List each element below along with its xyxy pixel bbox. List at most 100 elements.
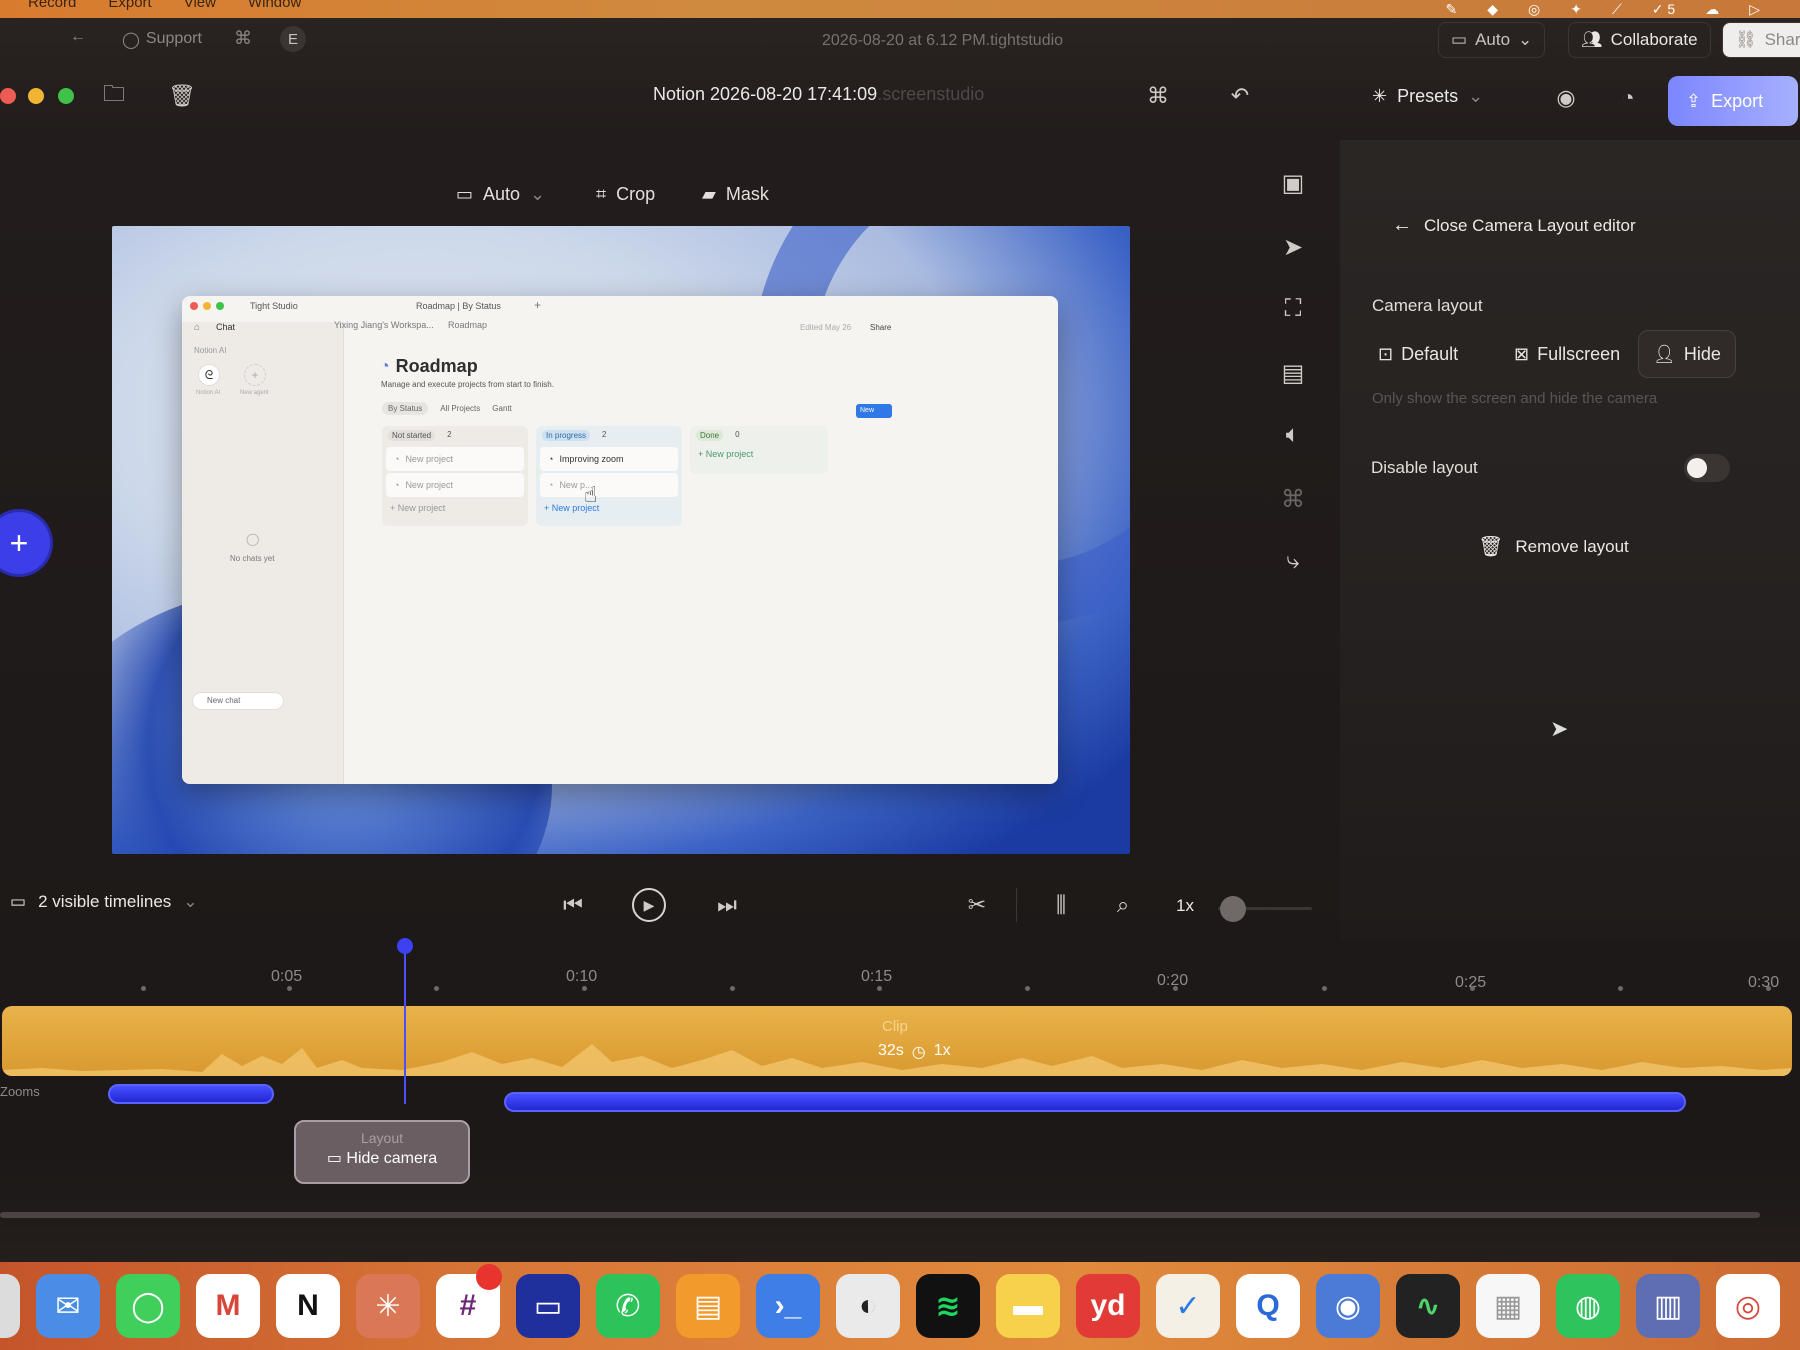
chevron-down-icon: ⌄	[1518, 30, 1533, 49]
claude-icon[interactable]: ✳	[356, 1274, 420, 1338]
performance-gauge-icon[interactable]: ◔	[1612, 82, 1644, 114]
document-title: 2026-08-20 at 6.12 PM.tightstudio	[822, 32, 1064, 49]
status-icon[interactable]: ⟋	[1612, 1, 1622, 18]
status-icon[interactable]: ▷	[1749, 1, 1760, 18]
minimize-window-button[interactable]	[28, 88, 44, 104]
messages-icon[interactable]: ◯	[116, 1274, 180, 1338]
captions-tool-icon[interactable]: ▤	[1278, 358, 1308, 388]
skip-forward-icon[interactable]: ⏭︎	[712, 890, 742, 920]
layout-icon: ▭	[1451, 30, 1468, 49]
zoom-segment[interactable]	[504, 1092, 1686, 1112]
timeline-scale-label: 1x	[1176, 896, 1194, 915]
page-title: Roadmap	[395, 356, 478, 376]
terminal-icon[interactable]: ▭	[516, 1274, 580, 1338]
spotify-icon[interactable]: ≋	[916, 1274, 980, 1338]
status-icon[interactable]: ✦	[1570, 1, 1582, 18]
preview-eye-icon[interactable]: ◉	[1550, 82, 1582, 114]
chrome-icon[interactable]: ◎	[1716, 1274, 1780, 1338]
aspect-auto-dropdown[interactable]: ▭ Auto ⌄	[456, 184, 545, 205]
folder-icon[interactable]: 🗀︎	[100, 81, 128, 110]
hand-cursor-icon: ☝	[584, 482, 598, 507]
edited-label: Edited May 26	[800, 323, 852, 332]
play-button[interactable]: ▶	[632, 888, 666, 922]
layout-option-hide[interactable]: 👤︎ Hide	[1638, 330, 1736, 378]
maximize-window-button[interactable]	[58, 88, 74, 104]
scissors-icon[interactable]: ✂	[962, 890, 992, 920]
shell-icon[interactable]: ›_	[756, 1274, 820, 1338]
disable-layout-toggle[interactable]	[1684, 454, 1730, 482]
playhead-line[interactable]	[404, 946, 406, 1104]
close-camera-layout-editor[interactable]: ← Close Camera Layout editor	[1392, 214, 1636, 237]
layout-segment-value: ▭ Hide camera	[326, 1150, 438, 1167]
layout-option-fullscreen[interactable]: ⊠ Fullscreen	[1500, 330, 1634, 378]
undo-icon[interactable]: ↶	[1226, 82, 1254, 110]
visible-timelines-dropdown[interactable]: ▭ 2 visible timelines ⌄	[10, 892, 198, 912]
sheet-icon[interactable]: ▦	[1476, 1274, 1540, 1338]
mask-button[interactable]: ▰ Mask	[702, 184, 769, 205]
auto-dropdown[interactable]: ▭ Auto ⌄	[1438, 22, 1546, 58]
youdao-icon[interactable]: yd	[1076, 1274, 1140, 1338]
mail-icon[interactable]: ✉	[36, 1274, 100, 1338]
zoom-icon[interactable]: ⌕	[1108, 890, 1138, 920]
new-chat-button: New chat	[192, 692, 284, 710]
crop-button[interactable]: ⌗ Crop	[596, 184, 655, 205]
quicktime-icon[interactable]: Q	[1236, 1274, 1300, 1338]
zoom-segment[interactable]	[108, 1084, 274, 1104]
share-button[interactable]: ⛓︎ Shar	[1722, 22, 1800, 58]
command-icon[interactable]: ⌘	[234, 28, 252, 49]
shortcuts-icon[interactable]: ⌘	[1144, 82, 1172, 110]
menu-view[interactable]: View	[184, 0, 216, 11]
collaborate-button[interactable]: 👥︎ Collaborate	[1568, 22, 1711, 58]
tasks-count[interactable]: ✓ 5	[1652, 1, 1675, 18]
export-button[interactable]: ⇪ Export	[1668, 76, 1798, 126]
background-tool-icon[interactable]: ▣	[1278, 168, 1308, 198]
colors-icon[interactable]: ▥	[1636, 1274, 1700, 1338]
status-icon[interactable]: ◎	[1528, 1, 1540, 18]
whatsapp-icon[interactable]: ✆	[596, 1274, 660, 1338]
menu-export[interactable]: Export	[108, 0, 151, 11]
timeline-scrollbar[interactable]	[0, 1212, 1760, 1218]
close-window-button[interactable]	[0, 88, 16, 104]
back-icon[interactable]: ←	[70, 28, 86, 46]
trash-icon[interactable]: 🗑︎	[168, 82, 196, 110]
clip-track[interactable]: Clip 32s ◷ 1x	[2, 1006, 1792, 1076]
user-avatar[interactable]: E	[280, 26, 306, 52]
sparkle-icon: ✳	[1372, 86, 1388, 106]
zooms-track-label: Zooms	[0, 1084, 40, 1099]
finder-icon[interactable]	[0, 1274, 20, 1338]
timeline-scale-knob[interactable]	[1220, 896, 1246, 922]
layout-segment[interactable]: Layout ▭ Hide camera	[294, 1120, 470, 1184]
people-icon: 👥︎	[1581, 30, 1603, 49]
playhead-handle[interactable]	[397, 938, 413, 954]
motion-tool-icon[interactable]: ⤷	[1278, 546, 1308, 576]
presets-dropdown[interactable]: ✳ Presets ⌄	[1372, 86, 1483, 107]
menu-window[interactable]: Window	[248, 0, 301, 11]
video-preview-canvas[interactable]: Tight Studio Roadmap | By Status + ⌂ Cha…	[112, 226, 1130, 854]
remove-layout-button[interactable]: 🗑︎ Remove layout	[1478, 534, 1629, 559]
tasks-icon[interactable]: ✓	[1156, 1274, 1220, 1338]
linear-icon[interactable]: ◐	[836, 1274, 900, 1338]
notion-icon[interactable]: N	[276, 1274, 340, 1338]
status-icon[interactable]: ☁	[1705, 1, 1719, 18]
audio-waveform-search-icon[interactable]: ⫼	[1046, 890, 1076, 920]
menu-record[interactable]: Record	[28, 0, 76, 11]
status-icon[interactable]: ◆	[1487, 1, 1498, 18]
disable-layout-label: Disable layout	[1371, 458, 1478, 477]
support-link[interactable]: ◯ Support	[122, 30, 202, 50]
gmail-icon[interactable]: M	[196, 1274, 260, 1338]
chevron-down-icon: ⌄	[183, 892, 198, 911]
wechat-icon[interactable]: ◍	[1556, 1274, 1620, 1338]
cursor-tool-icon[interactable]: ➤	[1278, 232, 1308, 262]
books-icon[interactable]: ▤	[676, 1274, 740, 1338]
status-icon[interactable]: ✎	[1446, 1, 1458, 18]
layout-icon: ▭	[456, 184, 474, 204]
add-segment-button[interactable]: +	[0, 512, 50, 574]
camera-tool-icon[interactable]: ⛶	[1278, 294, 1308, 324]
shortcuts-tool-icon[interactable]: ⌘	[1278, 484, 1308, 514]
audio-tool-icon[interactable]: 🔈︎	[1278, 420, 1308, 450]
scanner-icon[interactable]: ◉	[1316, 1274, 1380, 1338]
layout-option-default[interactable]: ⊡ Default	[1364, 330, 1472, 378]
activity-icon[interactable]: ∿	[1396, 1274, 1460, 1338]
notes-icon[interactable]: ▬	[996, 1274, 1060, 1338]
skip-back-icon[interactable]: ⏮︎	[558, 890, 588, 920]
